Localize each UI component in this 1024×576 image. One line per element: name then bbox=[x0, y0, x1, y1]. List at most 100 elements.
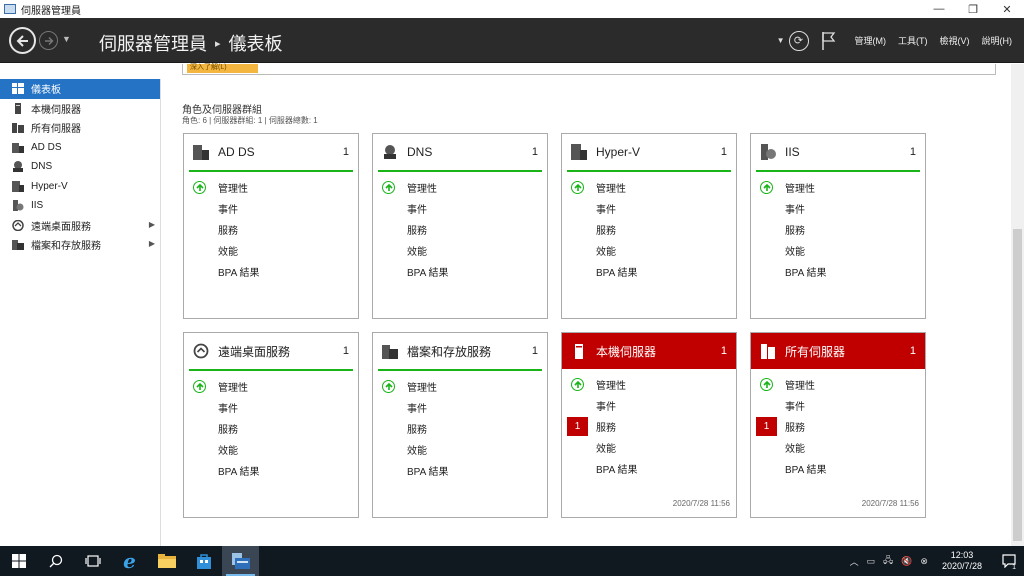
row-events[interactable]: 事件 bbox=[751, 198, 925, 219]
show-hidden-icons-icon[interactable]: ︿ bbox=[850, 555, 859, 568]
task-view-button[interactable] bbox=[74, 546, 111, 576]
row-manageability[interactable]: 管理性 bbox=[184, 177, 358, 198]
row-events[interactable]: 事件 bbox=[373, 397, 547, 418]
row-manageability[interactable]: 管理性 bbox=[184, 376, 358, 397]
row-manageability[interactable]: 管理性 bbox=[562, 374, 736, 395]
minimize-button[interactable]: — bbox=[922, 0, 956, 18]
tile-hyperv[interactable]: Hyper-V 1 管理性 事件 服務 效能 BPA 結果 bbox=[561, 133, 737, 319]
row-services[interactable]: 服務 bbox=[184, 219, 358, 240]
alert-count-badge[interactable]: 1 bbox=[756, 417, 777, 436]
expand-arrow-icon[interactable]: ▶ bbox=[149, 239, 155, 248]
tile-header[interactable]: 本機伺服器 1 bbox=[562, 333, 736, 369]
notifications-flag-icon[interactable] bbox=[821, 31, 837, 51]
status-icon[interactable]: ⊗ bbox=[920, 556, 928, 567]
close-button[interactable]: ✕ bbox=[990, 0, 1024, 18]
back-button[interactable] bbox=[9, 27, 36, 54]
internet-explorer-button[interactable]: e bbox=[111, 546, 148, 576]
row-performance[interactable]: 效能 bbox=[184, 439, 358, 460]
row-services[interactable]: 服務 bbox=[373, 219, 547, 240]
row-bpa[interactable]: BPA 結果 bbox=[184, 261, 358, 282]
tile-header[interactable]: AD DS 1 bbox=[184, 134, 358, 170]
row-performance[interactable]: 效能 bbox=[562, 240, 736, 261]
sidebar-item-adds[interactable]: AD DS bbox=[0, 138, 160, 158]
row-bpa[interactable]: BPA 結果 bbox=[751, 458, 925, 479]
tile-file-storage[interactable]: 檔案和存放服務 1 管理性 事件 服務 效能 BPA 結果 bbox=[372, 332, 548, 518]
row-bpa[interactable]: BPA 結果 bbox=[562, 261, 736, 282]
tile-local-server[interactable]: 本機伺服器 1 管理性 事件 1 服務 效能 BPA 結果 2020/7/28 1… bbox=[561, 332, 737, 518]
sidebar-item-iis[interactable]: IIS bbox=[0, 196, 160, 216]
row-events[interactable]: 事件 bbox=[184, 397, 358, 418]
keyboard-icon[interactable]: ▭ bbox=[867, 556, 876, 567]
learn-more-tag[interactable]: 深入了解(L) bbox=[187, 64, 258, 73]
sidebar-item-dns[interactable]: DNS bbox=[0, 157, 160, 177]
refresh-dropdown-icon[interactable]: ▼ bbox=[777, 36, 785, 45]
menu-help[interactable]: 說明(H) bbox=[982, 34, 1013, 47]
menu-view[interactable]: 檢視(V) bbox=[940, 34, 970, 47]
sidebar-item-local-server[interactable]: 本機伺服器 bbox=[0, 99, 160, 119]
row-performance[interactable]: 效能 bbox=[184, 240, 358, 261]
row-bpa[interactable]: BPA 結果 bbox=[562, 458, 736, 479]
row-bpa[interactable]: BPA 結果 bbox=[373, 261, 547, 282]
alert-count-badge[interactable]: 1 bbox=[567, 417, 588, 436]
tile-header[interactable]: DNS 1 bbox=[373, 134, 547, 170]
restore-button[interactable]: ❐ bbox=[956, 0, 990, 18]
tile-header[interactable]: Hyper-V 1 bbox=[562, 134, 736, 170]
tile-remote-desktop[interactable]: 遠端桌面服務 1 管理性 事件 服務 效能 BPA 結果 bbox=[183, 332, 359, 518]
row-bpa[interactable]: BPA 結果 bbox=[373, 460, 547, 481]
row-bpa[interactable]: BPA 結果 bbox=[184, 460, 358, 481]
clock[interactable]: 12:03 2020/7/28 bbox=[942, 550, 982, 572]
tile-header[interactable]: IIS 1 bbox=[751, 134, 925, 170]
row-manageability[interactable]: 管理性 bbox=[373, 376, 547, 397]
server-manager-taskbar-button[interactable] bbox=[222, 546, 259, 576]
row-manageability[interactable]: 管理性 bbox=[751, 177, 925, 198]
row-manageability[interactable]: 管理性 bbox=[562, 177, 736, 198]
tile-iis[interactable]: IIS 1 管理性 事件 服務 效能 BPA 結果 bbox=[750, 133, 926, 319]
sidebar-item-hyperv[interactable]: Hyper-V bbox=[0, 177, 160, 197]
row-services[interactable]: 服務 bbox=[184, 418, 358, 439]
sidebar-item-all-servers[interactable]: 所有伺服器 bbox=[0, 118, 160, 138]
network-icon[interactable]: 🖧 bbox=[883, 553, 893, 569]
tile-header[interactable]: 所有伺服器 1 bbox=[751, 333, 925, 369]
expand-arrow-icon[interactable]: ▶ bbox=[149, 220, 155, 229]
row-manageability[interactable]: 管理性 bbox=[373, 177, 547, 198]
row-services[interactable]: 服務 bbox=[562, 219, 736, 240]
row-services[interactable]: 服務 bbox=[751, 219, 925, 240]
tile-dns[interactable]: DNS 1 管理性 事件 服務 效能 BPA 結果 bbox=[372, 133, 548, 319]
row-bpa[interactable]: BPA 結果 bbox=[751, 261, 925, 282]
scrollbar-thumb[interactable] bbox=[1013, 229, 1022, 541]
tile-header[interactable]: 檔案和存放服務 1 bbox=[373, 333, 547, 369]
row-events[interactable]: 事件 bbox=[184, 198, 358, 219]
row-events[interactable]: 事件 bbox=[751, 395, 925, 416]
store-button[interactable] bbox=[185, 546, 222, 576]
search-button[interactable] bbox=[37, 546, 74, 576]
row-performance[interactable]: 效能 bbox=[373, 240, 547, 261]
file-explorer-button[interactable] bbox=[148, 546, 185, 576]
forward-button[interactable] bbox=[39, 31, 58, 50]
sidebar-item-file-storage[interactable]: 檔案和存放服務 ▶ bbox=[0, 235, 160, 255]
start-button[interactable] bbox=[0, 546, 37, 576]
row-events[interactable]: 事件 bbox=[562, 198, 736, 219]
row-performance[interactable]: 效能 bbox=[751, 437, 925, 458]
refresh-icon[interactable]: ⟳ bbox=[788, 30, 809, 51]
volume-muted-icon[interactable]: 🔇 bbox=[901, 556, 912, 567]
sidebar-item-remote-desktop[interactable]: 遠端桌面服務 ▶ bbox=[0, 216, 160, 236]
tile-adds[interactable]: AD DS 1 管理性 事件 服務 效能 BPA 結果 bbox=[183, 133, 359, 319]
row-services[interactable]: 1 服務 bbox=[562, 416, 736, 437]
row-performance[interactable]: 效能 bbox=[562, 437, 736, 458]
row-events[interactable]: 事件 bbox=[562, 395, 736, 416]
row-events[interactable]: 事件 bbox=[373, 198, 547, 219]
row-services[interactable]: 服務 bbox=[373, 418, 547, 439]
breadcrumb-app[interactable]: 伺服器管理員 bbox=[99, 30, 207, 56]
tile-all-servers[interactable]: 所有伺服器 1 管理性 事件 1 服務 效能 BPA 結果 2020/7/28 1… bbox=[750, 332, 926, 518]
action-center-button[interactable]: 1 bbox=[994, 546, 1024, 576]
vertical-scrollbar[interactable] bbox=[1011, 64, 1024, 546]
menu-manage[interactable]: 管理(M) bbox=[855, 34, 887, 47]
tile-header[interactable]: 遠端桌面服務 1 bbox=[184, 333, 358, 369]
row-manageability[interactable]: 管理性 bbox=[751, 374, 925, 395]
menu-tools[interactable]: 工具(T) bbox=[898, 34, 928, 47]
row-services[interactable]: 1 服務 bbox=[751, 416, 925, 437]
sidebar-item-dashboard[interactable]: 儀表板 bbox=[0, 79, 160, 99]
row-performance[interactable]: 效能 bbox=[373, 439, 547, 460]
history-dropdown-icon[interactable]: ▼ bbox=[62, 34, 71, 44]
row-performance[interactable]: 效能 bbox=[751, 240, 925, 261]
